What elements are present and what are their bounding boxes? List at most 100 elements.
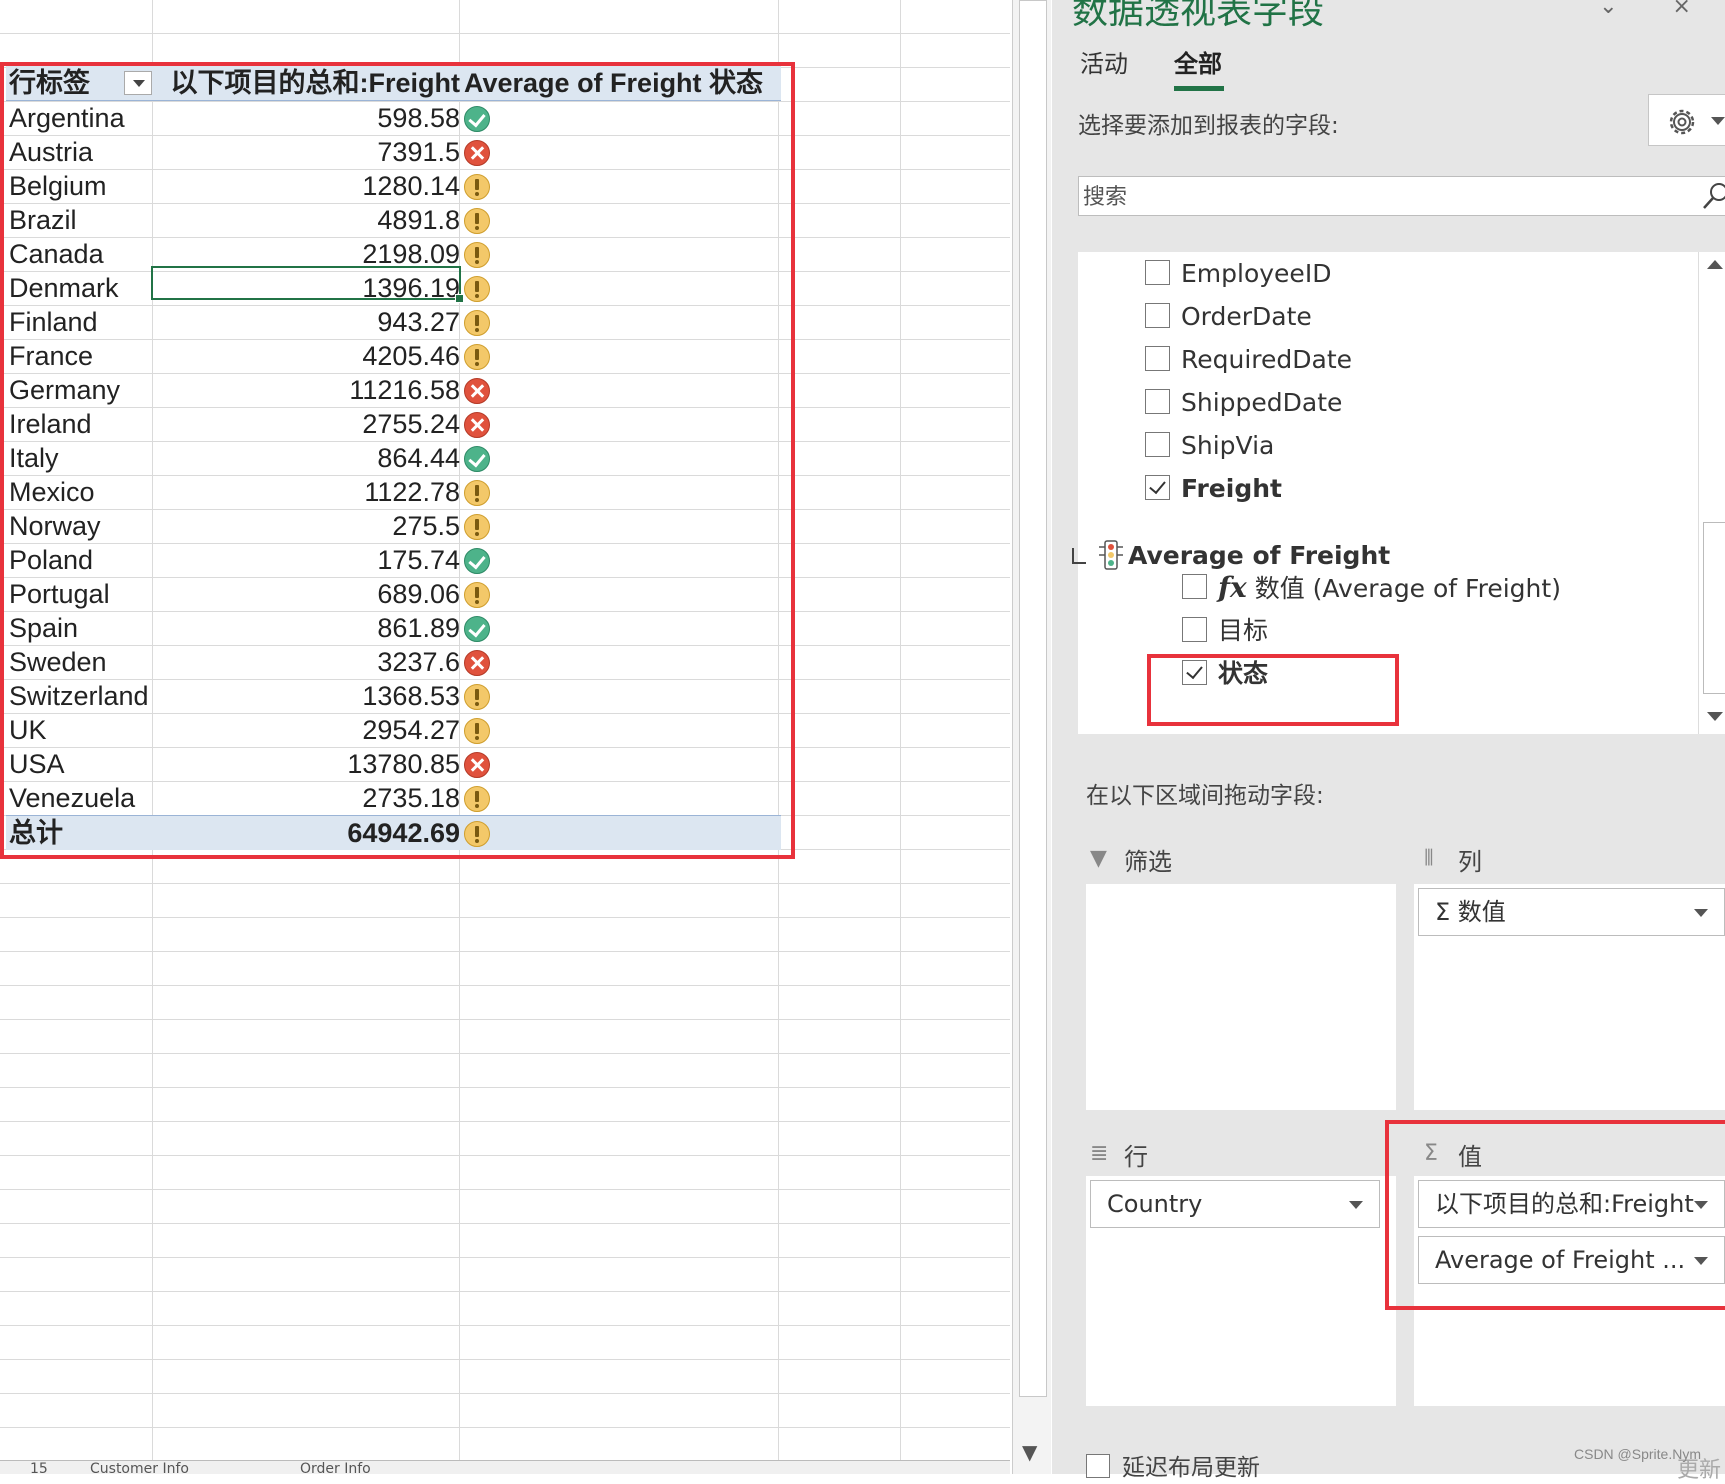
pivot-row[interactable]: Switzerland 1368.53: [6, 679, 781, 713]
freight-cell[interactable]: 11216.58: [160, 373, 460, 407]
field-settings-button[interactable]: [1648, 94, 1725, 146]
values-chip-sum-freight[interactable]: 以下项目的总和:Freight: [1418, 1180, 1725, 1228]
pivot-row[interactable]: Spain 861.89: [6, 611, 781, 645]
chevron-down-icon[interactable]: [1694, 1201, 1708, 1209]
columns-area[interactable]: Σ 数值: [1414, 884, 1725, 1110]
freight-cell[interactable]: 7391.5: [160, 135, 460, 169]
country-cell[interactable]: Ireland: [9, 407, 92, 441]
freight-cell[interactable]: 864.44: [160, 441, 460, 475]
columns-chip-values[interactable]: Σ 数值: [1418, 888, 1725, 936]
freight-cell[interactable]: 861.89: [160, 611, 460, 645]
pivot-row[interactable]: Germany 11216.58: [6, 373, 781, 407]
pivot-row[interactable]: Belgium 1280.14: [6, 169, 781, 203]
freight-cell[interactable]: 689.06: [160, 577, 460, 611]
field-checkbox[interactable]: [1145, 303, 1170, 328]
field-checkbox[interactable]: [1145, 260, 1170, 285]
country-cell[interactable]: Austria: [9, 135, 93, 169]
sum-freight-header[interactable]: 以下项目的总和:Freight: [160, 66, 461, 100]
pivot-row[interactable]: Italy 864.44: [6, 441, 781, 475]
pivot-row[interactable]: UK 2954.27: [6, 713, 781, 747]
defer-checkbox[interactable]: [1086, 1454, 1110, 1478]
country-cell[interactable]: Italy: [9, 441, 59, 475]
pivot-row[interactable]: Canada 2198.09: [6, 237, 781, 271]
pivot-row[interactable]: France 4205.46: [6, 339, 781, 373]
freight-cell[interactable]: 598.58: [160, 101, 460, 135]
freight-cell[interactable]: 1368.53: [160, 679, 460, 713]
pivot-row[interactable]: Venezuela 2735.18: [6, 781, 781, 815]
country-cell[interactable]: Germany: [9, 373, 120, 407]
country-cell[interactable]: Poland: [9, 543, 93, 577]
country-cell[interactable]: Spain: [9, 611, 78, 645]
country-cell[interactable]: Brazil: [9, 203, 77, 237]
pivot-row[interactable]: Brazil 4891.8: [6, 203, 781, 237]
field-checkbox[interactable]: [1145, 389, 1170, 414]
tab-active[interactable]: 活动: [1080, 44, 1128, 79]
field-list[interactable]: EmployeeID OrderDate RequiredDate Shippe…: [1078, 252, 1698, 734]
country-cell[interactable]: USA: [9, 747, 65, 781]
scroll-up-arrow-icon[interactable]: [1707, 260, 1723, 269]
country-cell[interactable]: Canada: [9, 237, 104, 271]
pivot-row[interactable]: USA 13780.85: [6, 747, 781, 781]
rows-chip-country[interactable]: Country: [1090, 1180, 1380, 1228]
freight-cell[interactable]: 2735.18: [160, 781, 460, 815]
pivot-row[interactable]: Mexico 1122.78: [6, 475, 781, 509]
pivot-row[interactable]: Finland 943.27: [6, 305, 781, 339]
pivot-row[interactable]: Norway 275.5: [6, 509, 781, 543]
row-label-filter-dropdown[interactable]: [124, 71, 152, 95]
country-cell[interactable]: Belgium: [9, 169, 107, 203]
row-label-header[interactable]: 行标签: [9, 66, 90, 100]
country-cell[interactable]: Argentina: [9, 101, 125, 135]
freight-cell[interactable]: 275.5: [160, 509, 460, 543]
scroll-down-arrow-icon[interactable]: ▼: [1022, 1440, 1037, 1464]
rows-area[interactable]: Country: [1086, 1176, 1396, 1406]
field-checkbox[interactable]: [1145, 346, 1170, 371]
sheet-vertical-scrollbar[interactable]: ▼: [1012, 0, 1051, 1474]
freight-cell[interactable]: 4205.46: [160, 339, 460, 373]
scrollbar-thumb[interactable]: [1703, 522, 1725, 694]
freight-cell[interactable]: 1280.14: [160, 169, 460, 203]
kpi-collapse-toggle[interactable]: [1072, 548, 1086, 564]
country-cell[interactable]: France: [9, 339, 93, 373]
freight-cell[interactable]: 4891.8: [160, 203, 460, 237]
pivot-row[interactable]: Sweden 3237.6: [6, 645, 781, 679]
field-search-input[interactable]: [1079, 177, 1675, 217]
freight-cell-selected[interactable]: 1396.19: [160, 271, 460, 305]
chevron-down-icon[interactable]: [1694, 909, 1708, 917]
freight-cell[interactable]: 2198.09: [160, 237, 460, 271]
pivot-row[interactable]: Argentina 598.58: [6, 101, 781, 135]
country-cell[interactable]: Finland: [9, 305, 98, 339]
field-list-scrollbar[interactable]: [1698, 252, 1725, 734]
tab-order-info[interactable]: Order Info: [300, 1461, 371, 1474]
pane-window-controls[interactable]: ⌄ ×: [1599, 0, 1715, 19]
country-cell[interactable]: Sweden: [9, 645, 107, 679]
field-checkbox-checked[interactable]: [1182, 660, 1207, 685]
pivot-total-row[interactable]: 总计 64942.69: [6, 815, 781, 850]
chevron-down-icon[interactable]: [1694, 1257, 1708, 1265]
pivot-row[interactable]: Portugal 689.06: [6, 577, 781, 611]
values-chip-average-freight[interactable]: Average of Freight ...: [1418, 1236, 1725, 1284]
field-checkbox[interactable]: [1182, 574, 1207, 599]
country-cell[interactable]: Switzerland: [9, 679, 149, 713]
field-checkbox-checked[interactable]: [1145, 475, 1170, 500]
scroll-down-arrow-icon[interactable]: [1707, 712, 1723, 721]
chevron-down-icon[interactable]: [1349, 1201, 1363, 1209]
freight-cell[interactable]: 2954.27: [160, 713, 460, 747]
pivot-row[interactable]: Ireland 2755.24: [6, 407, 781, 441]
pivot-row[interactable]: Poland 175.74: [6, 543, 781, 577]
values-area[interactable]: 以下项目的总和:Freight Average of Freight ...: [1414, 1176, 1725, 1406]
country-cell[interactable]: Venezuela: [9, 781, 135, 815]
country-cell[interactable]: Portugal: [9, 577, 110, 611]
tab-all[interactable]: 全部: [1174, 44, 1222, 79]
tab-customer-info[interactable]: Customer Info: [90, 1461, 189, 1474]
freight-cell[interactable]: 1122.78: [160, 475, 460, 509]
pivot-row[interactable]: Austria 7391.5: [6, 135, 781, 169]
filter-area[interactable]: [1086, 884, 1396, 1110]
freight-cell[interactable]: 175.74: [160, 543, 460, 577]
total-label[interactable]: 总计: [9, 816, 63, 850]
freight-cell[interactable]: 943.27: [160, 305, 460, 339]
freight-cell[interactable]: 2755.24: [160, 407, 460, 441]
country-cell[interactable]: Mexico: [9, 475, 95, 509]
country-cell[interactable]: Denmark: [9, 271, 119, 305]
field-checkbox[interactable]: [1182, 617, 1207, 642]
field-search-box[interactable]: [1078, 176, 1725, 217]
